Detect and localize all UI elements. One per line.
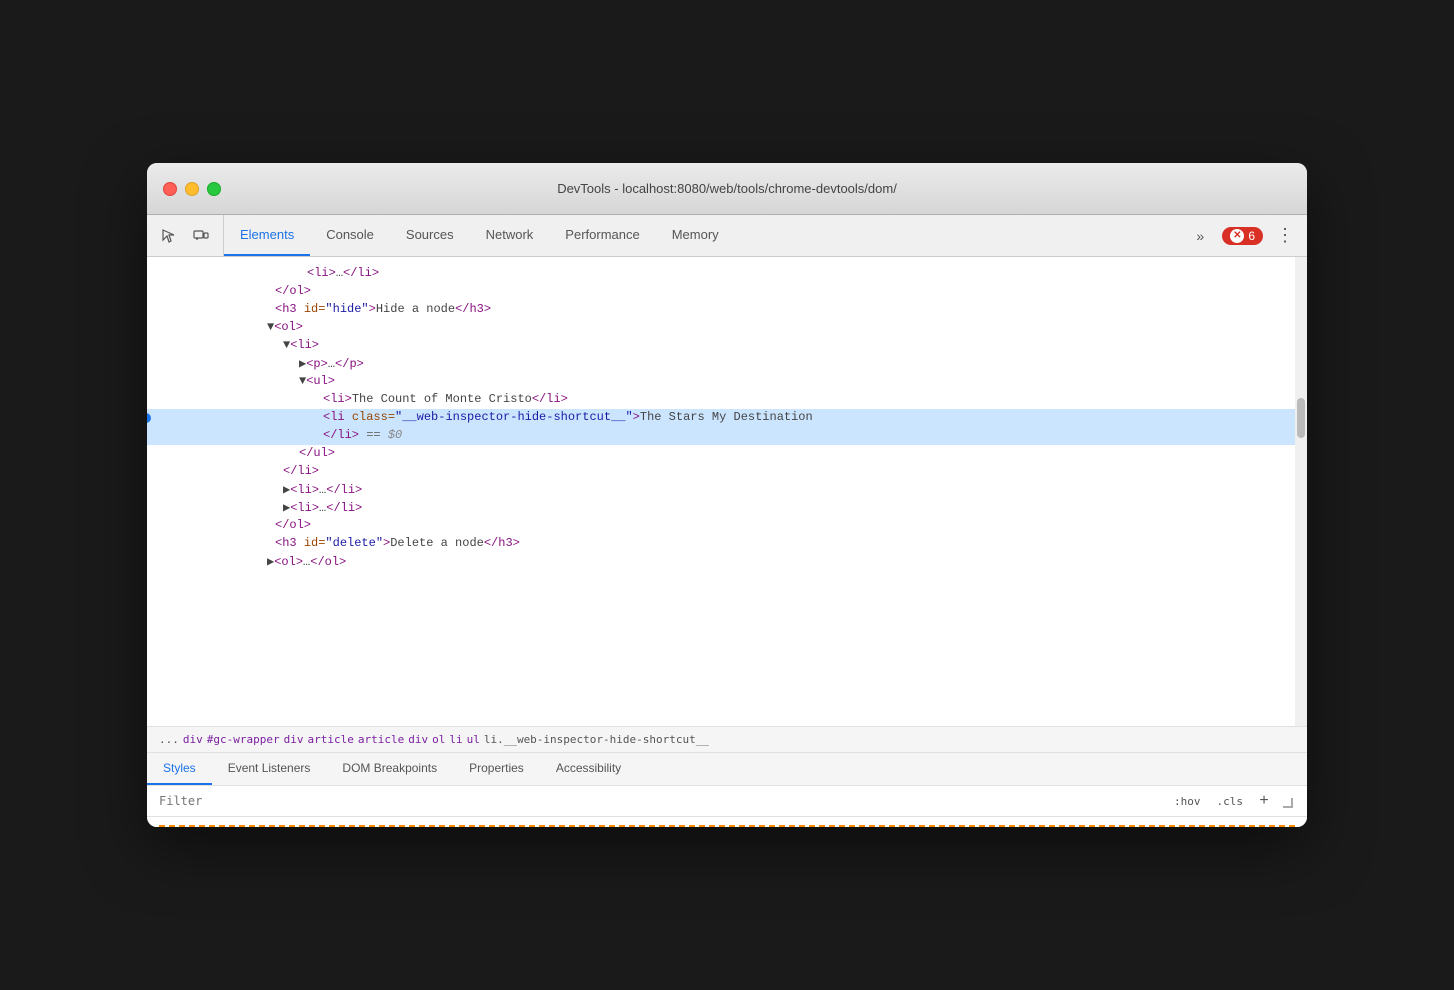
- tab-dom-breakpoints[interactable]: DOM Breakpoints: [326, 753, 453, 785]
- filter-input[interactable]: [159, 794, 1162, 808]
- titlebar: DevTools - localhost:8080/web/tools/chro…: [147, 163, 1307, 215]
- dom-scrollbar[interactable]: [1295, 257, 1307, 726]
- breadcrumb-item-div1[interactable]: div: [183, 733, 203, 746]
- breadcrumb-item-div3[interactable]: div: [408, 733, 428, 746]
- dom-line[interactable]: </ol>: [147, 283, 1307, 301]
- breadcrumb-item-ul[interactable]: ul: [467, 733, 480, 746]
- tab-accessibility[interactable]: Accessibility: [540, 753, 637, 785]
- window-title: DevTools - localhost:8080/web/tools/chro…: [557, 181, 897, 196]
- dom-line[interactable]: ▼<ul>: [147, 373, 1307, 391]
- dom-line-selected[interactable]: <li class="__web-inspector-hide-shortcut…: [147, 409, 1307, 427]
- scrollbar-thumb[interactable]: [1297, 398, 1305, 438]
- tab-console[interactable]: Console: [310, 215, 390, 256]
- add-style-button[interactable]: +: [1255, 792, 1273, 810]
- minimize-button[interactable]: [185, 182, 199, 196]
- dom-line[interactable]: ▼<li>: [147, 337, 1307, 355]
- dom-line[interactable]: <h3 id="hide">Hide a node</h3>: [147, 301, 1307, 319]
- tab-elements[interactable]: Elements: [224, 215, 310, 256]
- cls-button[interactable]: .cls: [1213, 793, 1248, 810]
- breadcrumb-item-gc-wrapper[interactable]: #gc-wrapper: [207, 733, 280, 746]
- breadcrumb-ellipsis: ...: [159, 733, 179, 746]
- dom-line[interactable]: <li>The Count of Monte Cristo</li>: [147, 391, 1307, 409]
- settings-menu-button[interactable]: ⋮: [1271, 222, 1299, 250]
- styles-tabs: Styles Event Listeners DOM Breakpoints P…: [147, 753, 1307, 786]
- styles-filter-bar: :hov .cls +: [147, 786, 1307, 817]
- dom-line[interactable]: </li>: [147, 463, 1307, 481]
- dom-line[interactable]: <li>…</li>: [147, 265, 1307, 283]
- breadcrumb-item-article2[interactable]: article: [358, 733, 404, 746]
- error-badge[interactable]: ✕ 6: [1222, 227, 1263, 245]
- tab-styles[interactable]: Styles: [147, 753, 212, 785]
- breadcrumb-item-div2[interactable]: div: [284, 733, 304, 746]
- dom-panel: <li>…</li> </ol> <h3 id="hide">Hide a no…: [147, 257, 1307, 727]
- tab-performance[interactable]: Performance: [549, 215, 655, 256]
- dom-line-selected-close[interactable]: </li> == $0: [147, 427, 1307, 445]
- styles-panel: Styles Event Listeners DOM Breakpoints P…: [147, 753, 1307, 827]
- dom-line[interactable]: <h3 id="delete">Delete a node</h3>: [147, 535, 1307, 553]
- resize-handle[interactable]: [1281, 796, 1295, 810]
- inspect-element-icon[interactable]: [155, 222, 183, 250]
- breadcrumb: ... div #gc-wrapper div article article …: [147, 727, 1307, 753]
- main-tabs: Elements Console Sources Network Perform…: [224, 215, 1178, 256]
- breadcrumb-item-ol[interactable]: ol: [432, 733, 445, 746]
- breadcrumb-item-active[interactable]: li.__web-inspector-hide-shortcut__: [484, 733, 709, 746]
- close-button[interactable]: [163, 182, 177, 196]
- tab-sources[interactable]: Sources: [390, 215, 470, 256]
- dom-line[interactable]: ▶<ol>…</ol>: [147, 553, 1307, 571]
- breadcrumb-item-article1[interactable]: article: [307, 733, 353, 746]
- toolbar-right: » ✕ 6 ⋮: [1178, 215, 1307, 256]
- dom-line[interactable]: ▼<ol>: [147, 319, 1307, 337]
- expand-arrow[interactable]: ▶: [299, 356, 306, 371]
- expand-arrow[interactable]: ▼: [299, 374, 306, 388]
- selection-indicator: [147, 413, 151, 423]
- toolbar-left-icons: [147, 215, 224, 256]
- expand-arrow[interactable]: ▶: [267, 554, 274, 569]
- dom-line[interactable]: ▶<p>…</p>: [147, 355, 1307, 373]
- tab-memory[interactable]: Memory: [656, 215, 735, 256]
- window-controls: [163, 182, 221, 196]
- dom-line[interactable]: </ol>: [147, 517, 1307, 535]
- dashed-border-indicator: [159, 825, 1295, 827]
- expand-arrow[interactable]: ▼: [283, 338, 290, 352]
- more-tabs-button[interactable]: »: [1186, 222, 1214, 250]
- breadcrumb-item-li[interactable]: li: [449, 733, 462, 746]
- error-icon: ✕: [1230, 229, 1244, 243]
- tab-network[interactable]: Network: [470, 215, 550, 256]
- dom-line[interactable]: </ul>: [147, 445, 1307, 463]
- maximize-button[interactable]: [207, 182, 221, 196]
- devtools-window: DevTools - localhost:8080/web/tools/chro…: [147, 163, 1307, 827]
- dom-line[interactable]: ▶<li>…</li>: [147, 499, 1307, 517]
- expand-arrow[interactable]: ▼: [267, 320, 274, 334]
- devtools-toolbar: Elements Console Sources Network Perform…: [147, 215, 1307, 257]
- tab-properties[interactable]: Properties: [453, 753, 540, 785]
- tab-event-listeners[interactable]: Event Listeners: [212, 753, 327, 785]
- expand-arrow[interactable]: ▶: [283, 500, 290, 515]
- expand-arrow[interactable]: ▶: [283, 482, 290, 497]
- dom-line[interactable]: ▶<li>…</li>: [147, 481, 1307, 499]
- device-toolbar-icon[interactable]: [187, 222, 215, 250]
- hov-button[interactable]: :hov: [1170, 793, 1205, 810]
